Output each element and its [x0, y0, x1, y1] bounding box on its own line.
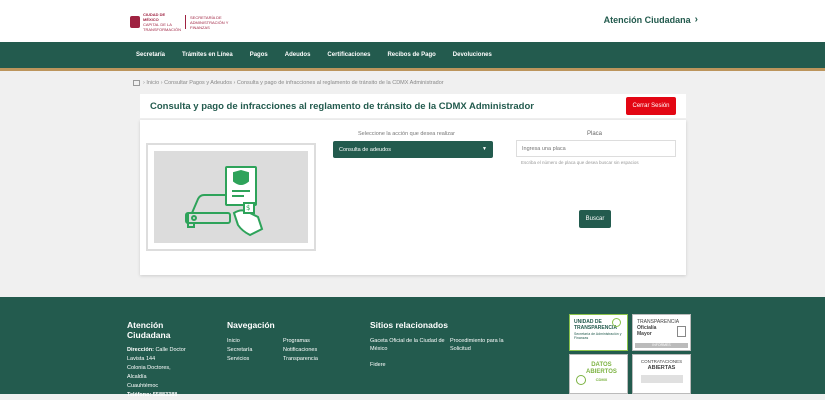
nav-item-adeudos[interactable]: Adeudos — [285, 52, 311, 58]
telefono-label: Teléfono: — [127, 392, 152, 398]
accion-select[interactable]: Consulta de adeudos ▼ — [333, 141, 493, 158]
footer-nav-title: Navegación — [227, 320, 275, 330]
footer-link-programas[interactable]: Programas — [283, 338, 310, 344]
data-node-icon — [576, 375, 586, 385]
breadcrumb-separator: › — [233, 80, 236, 86]
contrataciones-abiertas-badge[interactable]: CONTRATACIONES ABIERTAS — [632, 354, 691, 394]
form-card: $ Seleccione la acción que desea realiza… — [140, 120, 686, 275]
breadcrumb-separator: › — [160, 80, 163, 86]
footer-sitios-col2: Procedimiento para la Solicitud — [450, 337, 520, 353]
address-line: Cuauhtémoc — [127, 383, 159, 389]
footer-link-inicio[interactable]: Inicio — [227, 338, 240, 344]
site-header: CIUDAD DE MÉXICO CAPITAL DE LA TRANSFORMA… — [0, 0, 825, 42]
unidad-transparencia-sub: Secretaría de Administración y Finanzas — [574, 332, 622, 340]
telefono-value[interactable]: 55883388 — [153, 392, 177, 398]
buscar-button[interactable]: Buscar — [579, 210, 611, 228]
home-icon[interactable] — [133, 80, 140, 86]
address-line: Alcaldía — [127, 374, 147, 380]
logo-secretaria: SECRETARÍA DE ADMINISTRACIÓN Y FINANZAS — [190, 14, 229, 30]
logo-divider — [185, 15, 186, 29]
cdmx-logo[interactable]: CIUDAD DE MÉXICO CAPITAL DE LA TRANSFORMA… — [130, 12, 248, 32]
atencion-ciudadana-link[interactable]: Atención Ciudadana › — [604, 14, 698, 25]
datos-abiertos-text: DATOS ABIERTOS CDMX — [586, 362, 617, 382]
illustration-frame: $ — [146, 143, 316, 251]
address-line: Colonia Doctores, — [127, 365, 171, 371]
accion-label: Seleccione la acción que desea realizar — [358, 131, 455, 137]
nav-item-pagos[interactable]: Pagos — [250, 52, 268, 58]
footer-link-servicios[interactable]: Servicios — [227, 356, 249, 362]
address-line: Calle Doctor — [155, 347, 186, 353]
footer-link-gaceta[interactable]: Gaceta Oficial de la Ciudad de México — [370, 338, 445, 352]
svg-text:$: $ — [246, 204, 250, 212]
cerrar-sesion-button[interactable]: Cerrar Sesión — [626, 97, 676, 115]
oficialia-informes-strip: INFORMES — [635, 343, 688, 348]
footer-link-fidere[interactable]: Fidere — [370, 362, 386, 368]
unidad-transparencia-badge[interactable]: UNIDAD DE TRANSPARENCIA Secretaría de Adm… — [569, 314, 628, 351]
footer-link-procedimiento[interactable]: Procedimiento para la Solicitud — [450, 338, 504, 352]
footer-sitios-title: Sitios relacionados — [370, 320, 448, 330]
breadcrumb-consultar[interactable]: Consultar Pagos y Adeudos — [164, 80, 232, 86]
nav-item-recibos[interactable]: Recibos de Pago — [387, 52, 435, 58]
page-title: Consulta y pago de infracciones al regla… — [150, 101, 534, 112]
breadcrumb-inicio[interactable]: Inicio — [146, 80, 159, 86]
main-nav: Secretaría Trámites en Línea Pagos Adeud… — [0, 42, 825, 71]
breadcrumb: › Inicio › Consultar Pagos y Adeudos › C… — [133, 80, 444, 86]
footer-address: Dirección: Calle Doctor Lavista 144 Colo… — [127, 346, 207, 400]
placa-label: Placa — [587, 131, 603, 137]
car-ticket-icon: $ — [185, 166, 264, 237]
chevron-down-icon: ▼ — [482, 146, 487, 152]
footer-link-notificaciones[interactable]: Notificaciones — [283, 347, 317, 353]
cdmx-emblem-icon — [130, 16, 140, 28]
footer-sitios-col1: Gaceta Oficial de la Ciudad de México Fi… — [370, 337, 450, 369]
footer-link-transparencia[interactable]: Transparencia — [283, 356, 318, 362]
breadcrumb-separator: › — [143, 80, 145, 86]
datos-abiertos-badge[interactable]: DATOS ABIERTOS CDMX — [569, 354, 628, 394]
placa-help-text: Escriba el número de placa que desea bus… — [521, 160, 639, 165]
chevron-right-icon: › — [694, 14, 698, 25]
accion-selected-value: Consulta de adeudos — [339, 146, 391, 153]
oficialia-transparencia-badge[interactable]: TRANSPARENCIA Oficialía Mayor INFORMES — [632, 314, 691, 351]
contrataciones-text: CONTRATACIONES ABIERTAS — [640, 359, 683, 371]
footer-nav-col2: Programas Notificaciones Transparencia — [283, 337, 318, 364]
magnifier-icon — [612, 318, 621, 327]
atencion-label: Atención Ciudadana — [603, 14, 691, 25]
logo-text: CIUDAD DE MÉXICO CAPITAL DE LA TRANSFORMA… — [143, 12, 181, 32]
contrataciones-graphic — [641, 375, 683, 383]
document-icon — [677, 326, 686, 337]
breadcrumb-current: Consulta y pago de infracciones al regla… — [236, 80, 444, 86]
nav-item-certificaciones[interactable]: Certificaciones — [327, 52, 370, 58]
site-footer: Atención Ciudadana Dirección: Calle Doct… — [0, 297, 825, 398]
footer-link-secretaria[interactable]: Secretaría — [227, 347, 252, 353]
footer-atencion-title: Atención Ciudadana — [127, 320, 171, 340]
direccion-label: Dirección: — [127, 347, 154, 353]
footer-nav-col1: Inicio Secretaría Servicios — [227, 337, 252, 364]
nav-item-tramites[interactable]: Trámites en Línea — [182, 52, 233, 58]
placa-input[interactable] — [516, 140, 676, 157]
page-title-bar: Consulta y pago de infracciones al regla… — [140, 94, 686, 118]
nav-item-secretaria[interactable]: Secretaría — [136, 52, 165, 58]
illustration-background: $ — [154, 151, 308, 243]
address-line: Lavista 144 — [127, 356, 156, 362]
nav-item-devoluciones[interactable]: Devoluciones — [453, 52, 492, 58]
